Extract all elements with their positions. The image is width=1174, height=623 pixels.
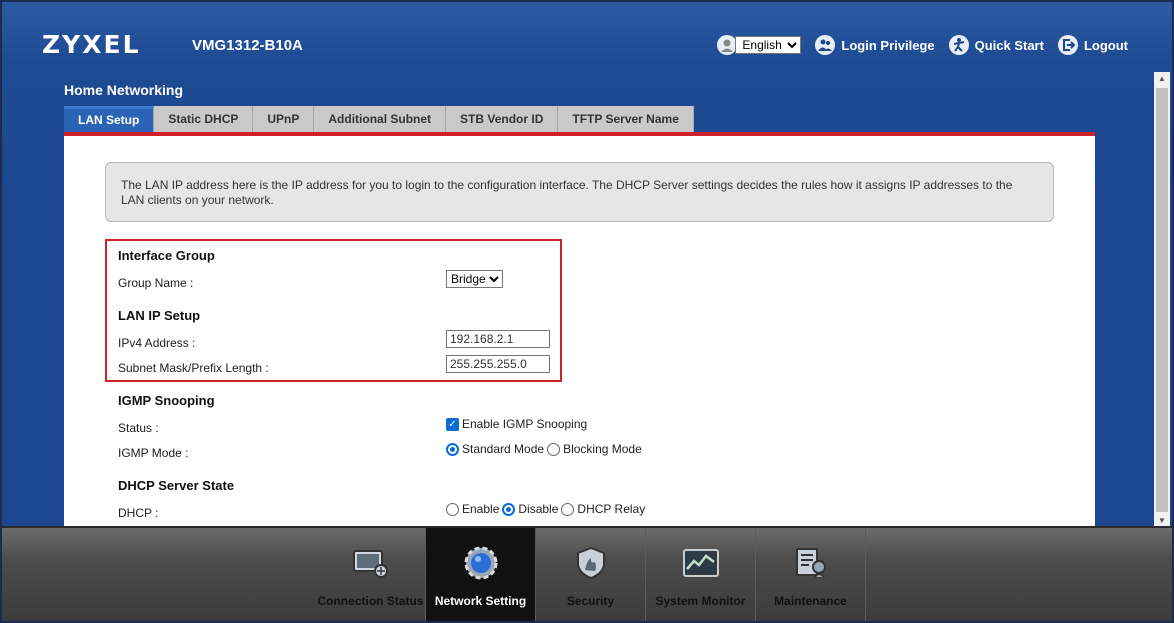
top-bar: English Login Privilege Quick Start Logo…: [717, 35, 1128, 55]
igmp-status-field: ✓ Enable IGMP Snooping: [446, 417, 587, 431]
dhcp-relay-radio[interactable]: [561, 502, 575, 516]
bottom-navigation: Connection Status Network Setting Securi…: [2, 526, 1172, 621]
ipv4-address-input[interactable]: [446, 330, 550, 348]
vertical-scrollbar[interactable]: ▲ ▼: [1154, 72, 1170, 528]
network-setting-icon: [461, 546, 501, 580]
login-privilege-label: Login Privilege: [841, 37, 935, 53]
info-box: The LAN IP address here is the IP addres…: [105, 162, 1054, 222]
igmp-enable-checkbox[interactable]: ✓: [446, 417, 459, 431]
logout-label: Logout: [1083, 37, 1128, 53]
blocking-mode-radio[interactable]: [547, 442, 561, 456]
igmp-mode-field: Standard Mode Blocking Mode: [446, 442, 645, 456]
subnet-mask-label: Subnet Mask/Prefix Length :: [118, 361, 269, 375]
scroll-thumb[interactable]: [1156, 88, 1168, 512]
igmp-enable-label: Enable IGMP Snooping: [462, 417, 588, 431]
scroll-up-icon[interactable]: ▲: [1154, 72, 1170, 86]
quick-start-icon: [948, 35, 969, 55]
user-globe-icon: [717, 35, 738, 55]
dhcp-relay-label: DHCP Relay: [577, 502, 646, 516]
subnet-mask-input[interactable]: [446, 355, 550, 373]
main-content: The LAN IP address here is the IP addres…: [64, 132, 1095, 528]
standard-mode-label: Standard Mode: [462, 442, 545, 456]
maintenance-icon: [791, 546, 831, 580]
nav-network-setting[interactable]: Network Setting: [426, 528, 536, 621]
nav-security[interactable]: Security: [536, 528, 646, 621]
tab-lan-setup[interactable]: LAN Setup: [64, 106, 155, 132]
tab-bar: LAN Setup Static DHCP UPnP Additional Su…: [64, 106, 694, 132]
zyxel-logo: ZYXEL: [42, 30, 141, 59]
dhcp-enable-label: Enable: [462, 502, 500, 516]
page-title: Home Networking: [64, 82, 184, 98]
model-name: VMG1312-B10A: [192, 37, 303, 54]
nav-system-monitor-label: System Monitor: [655, 594, 746, 608]
logout-link[interactable]: Logout: [1057, 35, 1128, 55]
nav-security-label: Security: [566, 594, 615, 608]
users-icon: [815, 35, 836, 55]
dhcp-enable-radio[interactable]: [446, 502, 459, 516]
tab-stb-vendor-id[interactable]: STB Vendor ID: [446, 106, 559, 132]
nav-system-monitor[interactable]: System Monitor: [646, 528, 756, 621]
group-name-field: Bridge: [446, 270, 503, 288]
ipv4-address-label: IPv4 Address :: [118, 336, 196, 350]
blocking-mode-label: Blocking Mode: [563, 442, 642, 456]
nav-network-setting-label: Network Setting: [434, 594, 527, 608]
nav-maintenance-label: Maintenance: [774, 594, 847, 608]
dhcp-server-state-heading: DHCP Server State: [118, 478, 235, 493]
router-admin-window: ZYXEL VMG1312-B10A English Login Privile…: [0, 0, 1174, 623]
nav-connection-status[interactable]: Connection Status: [316, 528, 426, 621]
connection-status-icon: [351, 546, 391, 580]
tab-tftp-server-name[interactable]: TFTP Server Name: [558, 106, 694, 132]
nav-connection-status-label: Connection Status: [317, 594, 424, 608]
igmp-mode-label: IGMP Mode :: [118, 446, 189, 460]
security-shield-icon: [571, 546, 611, 580]
subnet-mask-field: [446, 355, 550, 373]
dhcp-disable-radio[interactable]: [502, 502, 516, 516]
dhcp-label: DHCP :: [118, 506, 159, 520]
interface-group-heading: Interface Group: [118, 248, 215, 263]
tab-static-dhcp[interactable]: Static DHCP: [154, 106, 254, 132]
group-name-select[interactable]: Bridge: [446, 270, 503, 288]
logout-icon: [1057, 35, 1078, 55]
lan-ip-heading: LAN IP Setup: [118, 308, 201, 323]
igmp-snooping-heading: IGMP Snooping: [118, 393, 215, 408]
nav-maintenance[interactable]: Maintenance: [756, 528, 866, 621]
tab-upnp[interactable]: UPnP: [253, 106, 315, 132]
ipv4-address-field: [446, 330, 550, 348]
tab-additional-subnet[interactable]: Additional Subnet: [314, 106, 447, 132]
language-select[interactable]: English: [735, 36, 802, 54]
quick-start-link[interactable]: Quick Start: [948, 35, 1044, 55]
language-selector: English: [717, 35, 802, 55]
group-name-label: Group Name :: [118, 276, 194, 290]
dhcp-field: Enable Disable DHCP Relay: [446, 502, 648, 516]
quick-start-label: Quick Start: [974, 37, 1044, 53]
igmp-status-label: Status :: [118, 421, 159, 435]
standard-mode-radio[interactable]: [446, 442, 459, 456]
login-privilege-link[interactable]: Login Privilege: [815, 35, 935, 55]
system-monitor-icon: [681, 546, 721, 580]
dhcp-disable-label: Disable: [518, 502, 559, 516]
